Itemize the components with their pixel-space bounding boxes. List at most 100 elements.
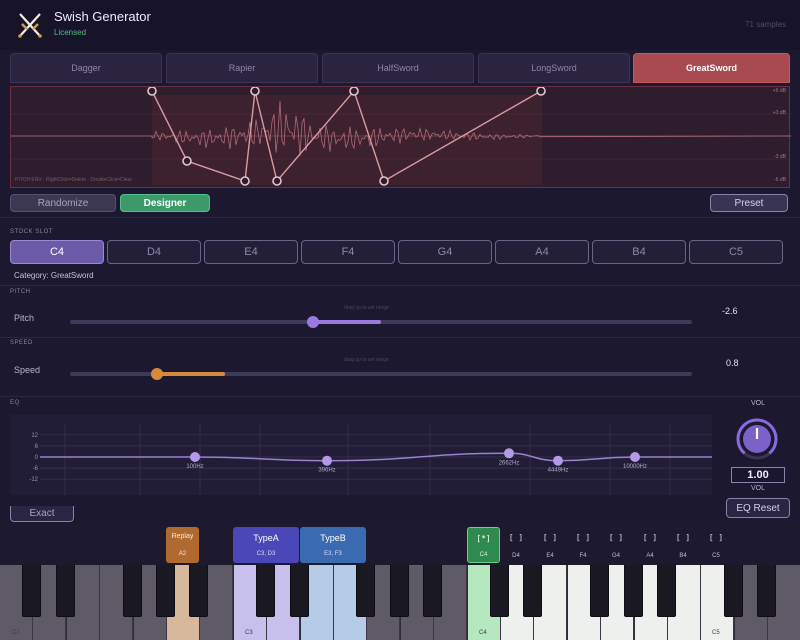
envelope-point[interactable] [536,87,546,96]
tab-dagger[interactable]: Dagger [10,53,162,83]
divider [0,217,800,218]
envelope-point[interactable] [272,176,282,186]
piano-black-key[interactable] [757,565,777,617]
envelope-point[interactable] [240,176,250,186]
volume-sub-label: VOL [751,485,766,492]
piano-black-key[interactable] [55,565,75,617]
envelope-point[interactable] [182,156,192,166]
slot-marker-d4[interactable]: [ ] D4 [506,533,526,559]
exact-button[interactable]: Exact [10,506,74,522]
piano-black-key[interactable] [490,565,509,617]
db-label: -6 dB [774,177,786,183]
piano-black-key[interactable] [122,565,142,617]
waveform-canvas[interactable] [11,87,791,189]
key-label-c5: C5 [712,630,720,636]
slot-marker-note: F4 [579,553,587,559]
slot-marker-c5[interactable]: [ ] C5 [706,533,726,559]
crossed-swords-icon [18,13,42,38]
slot-marker-g4[interactable]: [ ] G4 [606,533,626,559]
piano-black-key[interactable] [189,565,209,617]
zone-type-b[interactable]: TypeB E3, F3 [300,527,366,563]
slot-marker-mark: [ ] [575,533,591,542]
eq-band-handle[interactable] [553,455,563,466]
piano-black-key[interactable] [623,565,643,617]
slot-marker-mark: [*] [476,534,491,543]
envelope-region [152,95,542,185]
pitch-value: -2.6 [722,306,738,316]
slot-marker-e4[interactable]: [ ] E4 [540,533,560,559]
tab-halfsword[interactable]: HalfSword [322,53,474,83]
slot-marker-note: D4 [512,553,520,559]
envelope-point[interactable] [250,87,260,96]
envelope-point[interactable] [147,87,157,96]
slot-marker-mark: [ ] [542,533,558,542]
piano-black-key[interactable] [657,565,676,617]
slot-e4[interactable]: E4 [204,240,298,264]
slot-marker-note: C5 [712,553,720,559]
weapon-tabs: Dagger Rapier HalfSword LongSword GreatS… [10,53,790,83]
tab-rapier[interactable]: Rapier [166,53,318,83]
speed-slider-thumb[interactable] [151,368,164,380]
designer-button[interactable]: Designer [120,194,210,212]
slot-f4[interactable]: F4 [301,240,395,264]
tab-longsword[interactable]: LongSword [478,53,630,83]
piano-black-key[interactable] [22,565,42,617]
piano-black-key[interactable] [289,565,309,617]
piano-black-key[interactable] [156,565,175,617]
preset-button[interactable]: Preset [710,194,788,212]
eq-y-tick: -6 [33,466,39,472]
speed-drag-hint: drag up to set range [344,357,389,363]
eq-y-tick: 6 [35,444,39,450]
pitch-slider-thumb[interactable] [306,316,319,328]
db-label: +3 dB [772,110,786,116]
pitch-slider[interactable] [70,316,692,328]
piano-black-key[interactable] [723,565,743,617]
piano-black-key[interactable] [423,565,443,617]
divider [0,285,800,286]
piano-black-key[interactable] [356,565,376,617]
stock-slot-selector: C4 D4 E4 F4 G4 A4 B4 C5 [10,240,785,264]
zone-replay[interactable]: Replay A2 [166,527,199,563]
envelope-point[interactable] [379,176,389,186]
slot-marker-f4[interactable]: [ ] F4 [573,533,593,559]
slot-a4[interactable]: A4 [495,240,589,264]
key-label-c4: C4 [479,630,487,636]
eq-band-handle[interactable] [322,455,332,466]
waveform-envelope-editor[interactable]: +6 dB +3 dB -3 dB -6 dB PITCH ENV · Righ… [10,86,791,189]
tab-greatsword[interactable]: GreatSword [633,53,790,83]
slot-marker-a4[interactable]: [ ] A4 [640,533,660,559]
eq-reset-button[interactable]: EQ Reset [726,498,790,518]
slot-c4[interactable]: C4 [10,240,104,264]
piano-keyboard[interactable] [0,565,800,640]
zone-type-a[interactable]: TypeA C3, D3 [233,527,299,563]
slot-marker-b4[interactable]: [ ] B4 [673,533,693,559]
piano-black-key[interactable] [389,565,409,617]
envelope-point[interactable] [349,87,359,96]
db-label: +6 dB [772,88,786,94]
slot-marker-mark: [ ] [608,533,624,542]
slot-marker-c4[interactable]: [*] C4 [467,527,500,563]
slot-marker-mark: [ ] [675,533,691,542]
slot-d4[interactable]: D4 [107,240,201,264]
eq-band-handle[interactable] [504,448,514,459]
slot-marker-mark: [ ] [642,533,658,542]
divider [0,337,800,338]
volume-value[interactable]: 1.00 [731,467,785,483]
slot-g4[interactable]: G4 [398,240,492,264]
eq-band-frequency: 10000Hz [623,464,647,470]
piano-black-key[interactable] [523,565,543,617]
slot-b4[interactable]: B4 [592,240,686,264]
eq-band-handle[interactable] [630,452,640,462]
volume-knob-icon[interactable] [736,418,778,460]
eq-graph[interactable]: 12 6 0 -6 -12 100Hz 396Hz 2662Hz 4449Hz 10000Hz [10,415,712,495]
eq-band-frequency: 100Hz [186,464,203,470]
piano-black-key[interactable] [590,565,610,617]
eq-curve-canvas[interactable]: 12 6 0 -6 -12 100Hz 396Hz 2662Hz 4449Hz 10000Hz [10,415,712,495]
slot-c5[interactable]: C5 [689,240,783,264]
randomize-button[interactable]: Randomize [10,194,116,212]
speed-slider[interactable] [70,368,692,380]
eq-band-handle[interactable] [190,452,200,462]
speed-value: 0.8 [726,358,739,368]
piano-black-key[interactable] [256,565,276,617]
zone-type-a-notes: C3, D3 [256,551,276,557]
